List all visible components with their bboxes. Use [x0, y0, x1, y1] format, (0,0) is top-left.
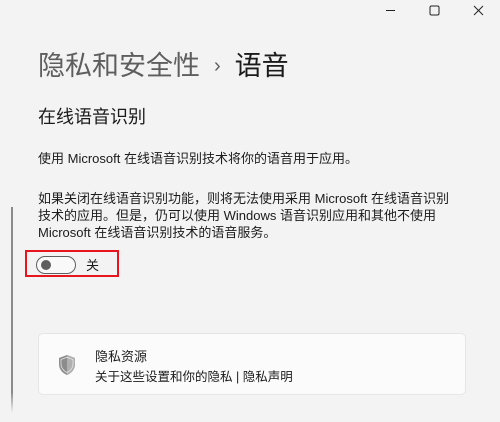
maximize-icon [429, 5, 439, 15]
section-title: 在线语音识别 [38, 107, 146, 127]
breadcrumb-parent[interactable]: 隐私和安全性 [38, 50, 200, 82]
shield-icon [59, 355, 75, 375]
privacy-resources-card: 隐私资源 关于这些设置和你的隐私 | 隐私声明 [38, 333, 466, 395]
privacy-settings-link-text[interactable]: 关于这些设置和你的隐私 [95, 370, 233, 384]
page-title: 语音 [234, 51, 289, 81]
section-description: 使用 Microsoft 在线语音识别技术将你的语音用于应用。 [38, 151, 358, 166]
close-button[interactable] [456, 0, 500, 20]
section-paragraph: 如果关闭在线语音识别功能，则将无法使用采用 Microsoft 在线语音识别技术… [38, 191, 449, 240]
scrollbar[interactable] [11, 207, 13, 422]
settings-window: 隐私和安全性 › 语音 在线语音识别 使用 Microsoft 在线语音识别技术… [0, 0, 500, 422]
breadcrumb: 隐私和安全性 › 语音 [38, 50, 289, 82]
privacy-card-title: 隐私资源 [95, 349, 148, 364]
close-icon [473, 5, 483, 15]
minimize-button[interactable] [368, 0, 412, 20]
privacy-statement-link[interactable]: 隐私声明 [243, 370, 293, 384]
privacy-settings-link[interactable]: 关于这些设置和你的隐私 | 隐私声明 [95, 369, 293, 385]
maximize-button[interactable] [412, 0, 456, 20]
highlight-box [25, 250, 119, 277]
chevron-right-icon: › [214, 55, 221, 77]
scroll-fade [0, 392, 500, 422]
caption-bar [368, 0, 500, 20]
minimize-icon [385, 9, 395, 11]
